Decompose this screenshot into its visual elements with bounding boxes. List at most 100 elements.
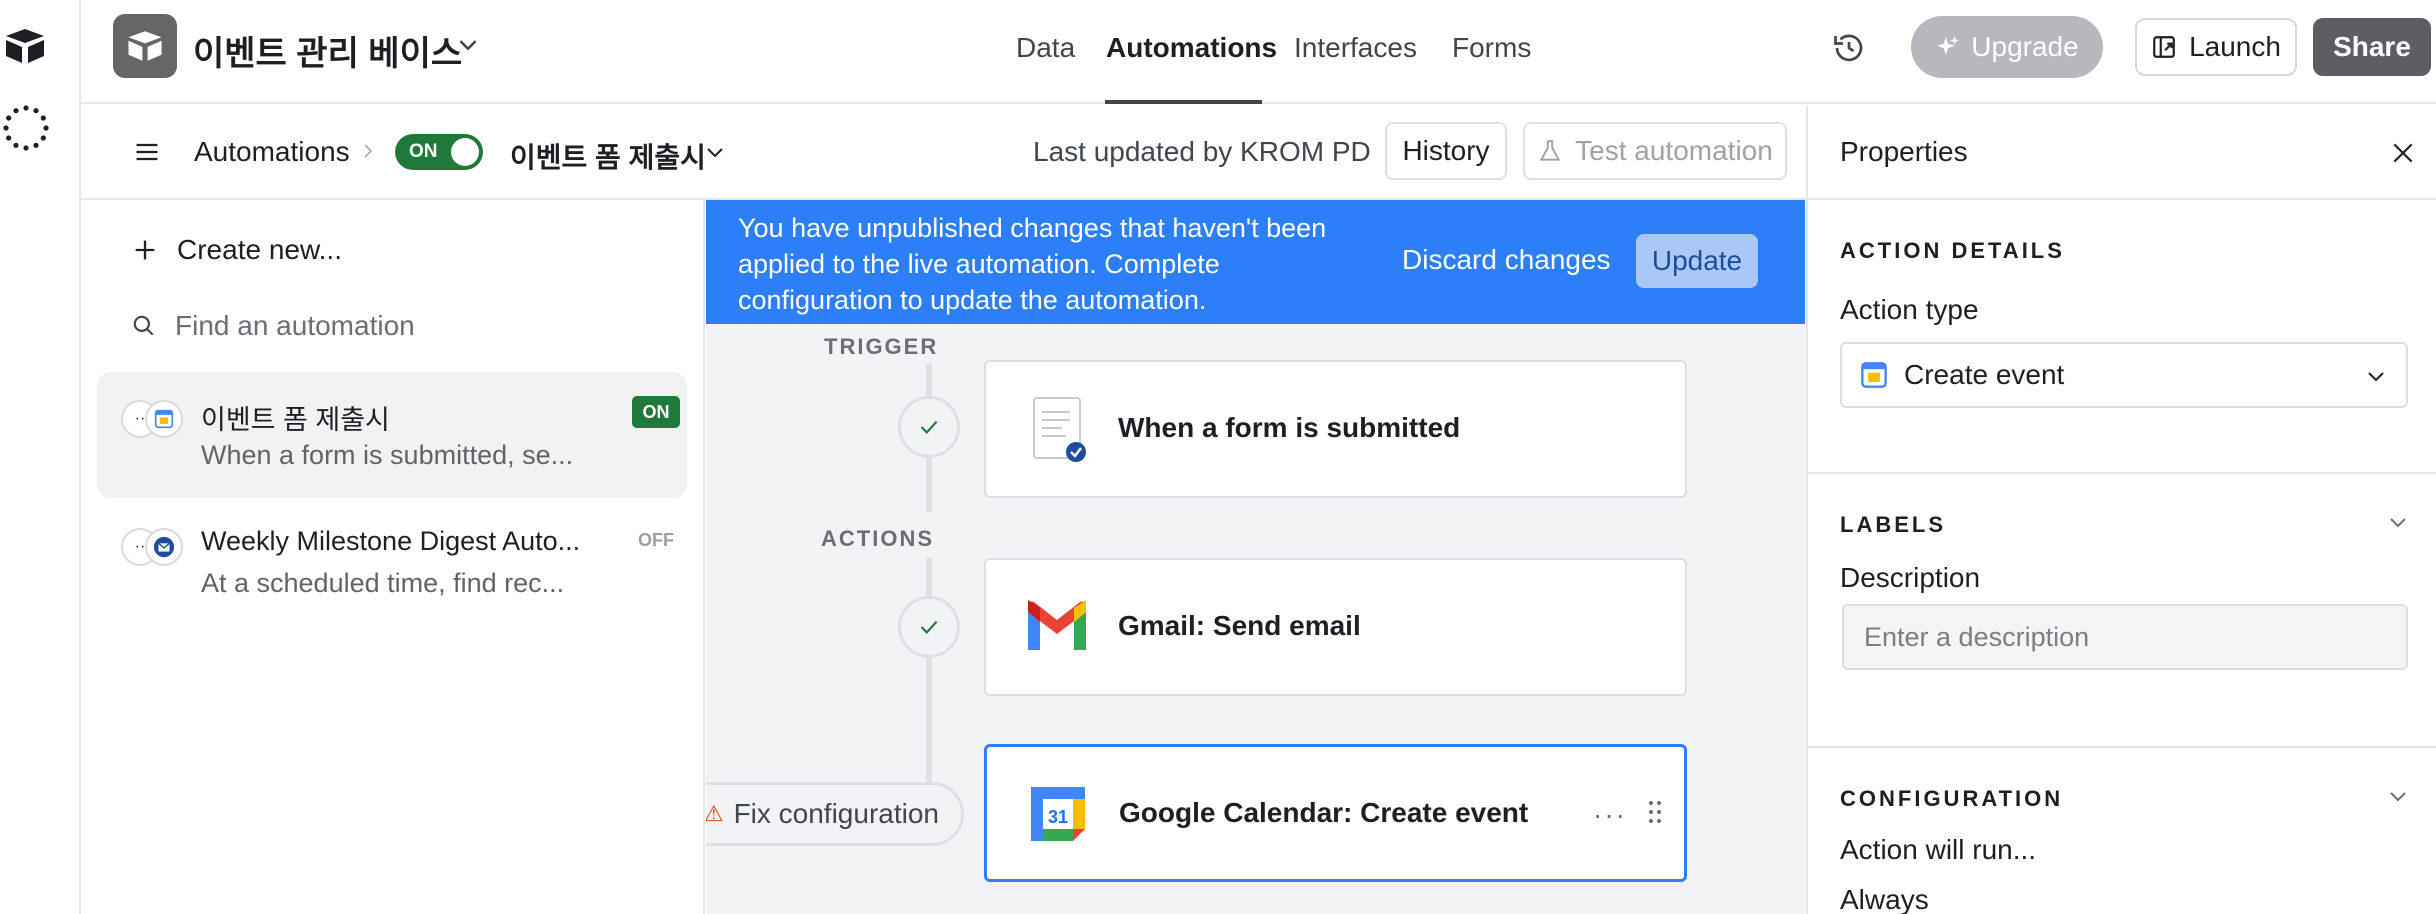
base-title[interactable]: 이벤트 관리 베이스: [193, 26, 462, 75]
create-new-label: Create new...: [177, 234, 342, 265]
find-placeholder: Find an automation: [175, 310, 415, 341]
warning-icon: ⚠: [706, 801, 724, 826]
flask-icon: [1539, 140, 1561, 161]
test-automation-button[interactable]: Test automation: [1523, 122, 1787, 180]
history-button[interactable]: History: [1385, 122, 1507, 180]
tab-forms[interactable]: Forms: [1452, 32, 1531, 64]
calendar-day: 31: [1048, 807, 1068, 827]
status-badge: OFF: [638, 529, 674, 550]
chevron-down-icon: [2368, 372, 2384, 382]
step-complete-node: [898, 596, 960, 658]
check-icon: [920, 620, 938, 634]
chevron-down-icon[interactable]: [2386, 784, 2410, 808]
chevron-down-icon[interactable]: [703, 140, 727, 164]
tab-interfaces[interactable]: Interfaces: [1294, 32, 1417, 64]
toggle-label: ON: [409, 141, 438, 162]
discard-changes-button[interactable]: Discard changes: [1402, 244, 1611, 276]
divider: [1808, 472, 2436, 474]
check-icon: [920, 420, 938, 434]
divider: [1808, 746, 2436, 748]
chevron-down-icon[interactable]: [2386, 510, 2410, 534]
toggle-knob: [451, 138, 479, 166]
tab-automations[interactable]: Automations: [1106, 32, 1277, 64]
email-icon: [145, 528, 183, 566]
step-title: Google Calendar: Create event: [1119, 797, 1529, 828]
step-title: When a form is submitted: [1118, 412, 1461, 443]
automation-item-name: 이벤트 폼 제출시: [201, 405, 390, 435]
actions-label: ACTIONS: [821, 526, 934, 551]
action-type-label: Action type: [1840, 294, 1979, 325]
top-bar: 이벤트 관리 베이스 Data Automations Interfaces F…: [81, 0, 2436, 104]
automation-name[interactable]: 이벤트 폼 제출시: [510, 136, 706, 176]
run-condition-value[interactable]: Always: [1840, 884, 1929, 914]
tab-data[interactable]: Data: [1016, 32, 1075, 64]
action-step-card[interactable]: Gmail: Send email: [984, 558, 1687, 696]
automation-item-desc: When a form is submitted, se...: [201, 440, 574, 470]
automation-item-name: Weekly Milestone Digest Auto...: [201, 526, 581, 556]
section-action-details: ACTION DETAILS: [1840, 238, 2065, 263]
close-icon[interactable]: [2390, 140, 2416, 166]
base-icon[interactable]: [113, 14, 177, 78]
automation-on-toggle[interactable]: ON: [395, 134, 483, 170]
section-configuration[interactable]: CONFIGURATION: [1840, 786, 2063, 812]
google-calendar-icon: 31: [1031, 787, 1085, 841]
automation-toolbar: Automations ON 이벤트 폼 제출시 Last updated by…: [81, 106, 1806, 200]
description-label: Description: [1840, 562, 1981, 593]
form-icon: [1033, 397, 1086, 462]
automation-list-sidebar: Create new... Find an automation ·· 이벤트 …: [81, 200, 705, 914]
action-type-value: Create event: [1904, 359, 2065, 390]
chevron-down-icon[interactable]: [453, 30, 483, 60]
search-icon: [133, 315, 154, 336]
action-will-run-label: Action will run...: [1840, 834, 2037, 865]
hamburger-menu-icon[interactable]: [133, 138, 161, 166]
fix-configuration-button[interactable]: ⚠ Fix configuration: [706, 782, 964, 846]
loading-spinner-icon: [3, 105, 49, 151]
description-placeholder: Enter a description: [1864, 621, 2090, 652]
trigger-label: TRIGGER: [824, 334, 939, 359]
revision-history-icon[interactable]: [1831, 30, 1867, 66]
properties-header: Properties: [1808, 106, 2436, 200]
upgrade-button[interactable]: Upgrade: [1911, 16, 2103, 78]
cube-icon: [128, 31, 162, 61]
unpublished-changes-banner: You have unpublished changes that haven'…: [706, 200, 1805, 324]
create-new-button[interactable]: Create new...: [131, 234, 342, 266]
launch-icon: [2153, 36, 2175, 58]
active-tab-indicator: [1105, 100, 1262, 104]
step-complete-node: [898, 396, 960, 458]
google-calendar-icon: [1861, 362, 1887, 388]
properties-panel: Properties ACTION DETAILS Action type Cr…: [1806, 106, 2436, 914]
plus-icon: [135, 240, 155, 260]
update-button[interactable]: Update: [1636, 234, 1758, 288]
banner-message: You have unpublished changes that haven'…: [738, 213, 1327, 315]
description-input[interactable]: Enter a description: [1842, 604, 2408, 670]
upgrade-label: Upgrade: [1971, 31, 2079, 62]
drag-handle-icon[interactable]: [1647, 799, 1663, 825]
gmail-icon: [1028, 600, 1086, 650]
launch-button[interactable]: Launch: [2135, 18, 2297, 76]
flow-line: [926, 558, 932, 786]
properties-title: Properties: [1840, 136, 1968, 167]
trigger-step-card[interactable]: When a form is submitted: [984, 360, 1687, 498]
test-automation-label: Test automation: [1575, 135, 1773, 166]
status-badge: ON: [632, 396, 680, 428]
section-labels[interactable]: LABELS: [1840, 512, 1946, 538]
automation-canvas: You have unpublished changes that haven'…: [706, 200, 1805, 914]
launch-label: Launch: [2189, 31, 2281, 62]
fix-configuration-label: Fix configuration: [733, 798, 939, 829]
list-item-automation[interactable]: ·· Weekly Milestone Digest Auto... At a …: [97, 500, 687, 626]
share-button[interactable]: Share: [2313, 18, 2431, 76]
more-options-icon[interactable]: ···: [1593, 799, 1627, 831]
sparkle-icon: [1937, 36, 1960, 55]
airtable-logo-icon[interactable]: [2, 26, 48, 66]
last-updated-text: Last updated by KROM PD: [1033, 136, 1371, 167]
action-step-card-selected[interactable]: 31 Google Calendar: Create event ···: [984, 744, 1687, 882]
google-calendar-icon: [145, 400, 183, 438]
action-type-select[interactable]: Create event: [1840, 342, 2408, 408]
find-automation-input[interactable]: Find an automation: [131, 310, 415, 342]
app-rail: [0, 0, 81, 914]
automation-icons: ··: [121, 400, 185, 440]
list-item-automation[interactable]: ·· 이벤트 폼 제출시 When a form is submitted, s…: [97, 372, 687, 498]
step-title: Gmail: Send email: [1118, 610, 1361, 641]
breadcrumb-automations[interactable]: Automations: [194, 136, 350, 168]
automation-icons: ··: [121, 528, 185, 568]
